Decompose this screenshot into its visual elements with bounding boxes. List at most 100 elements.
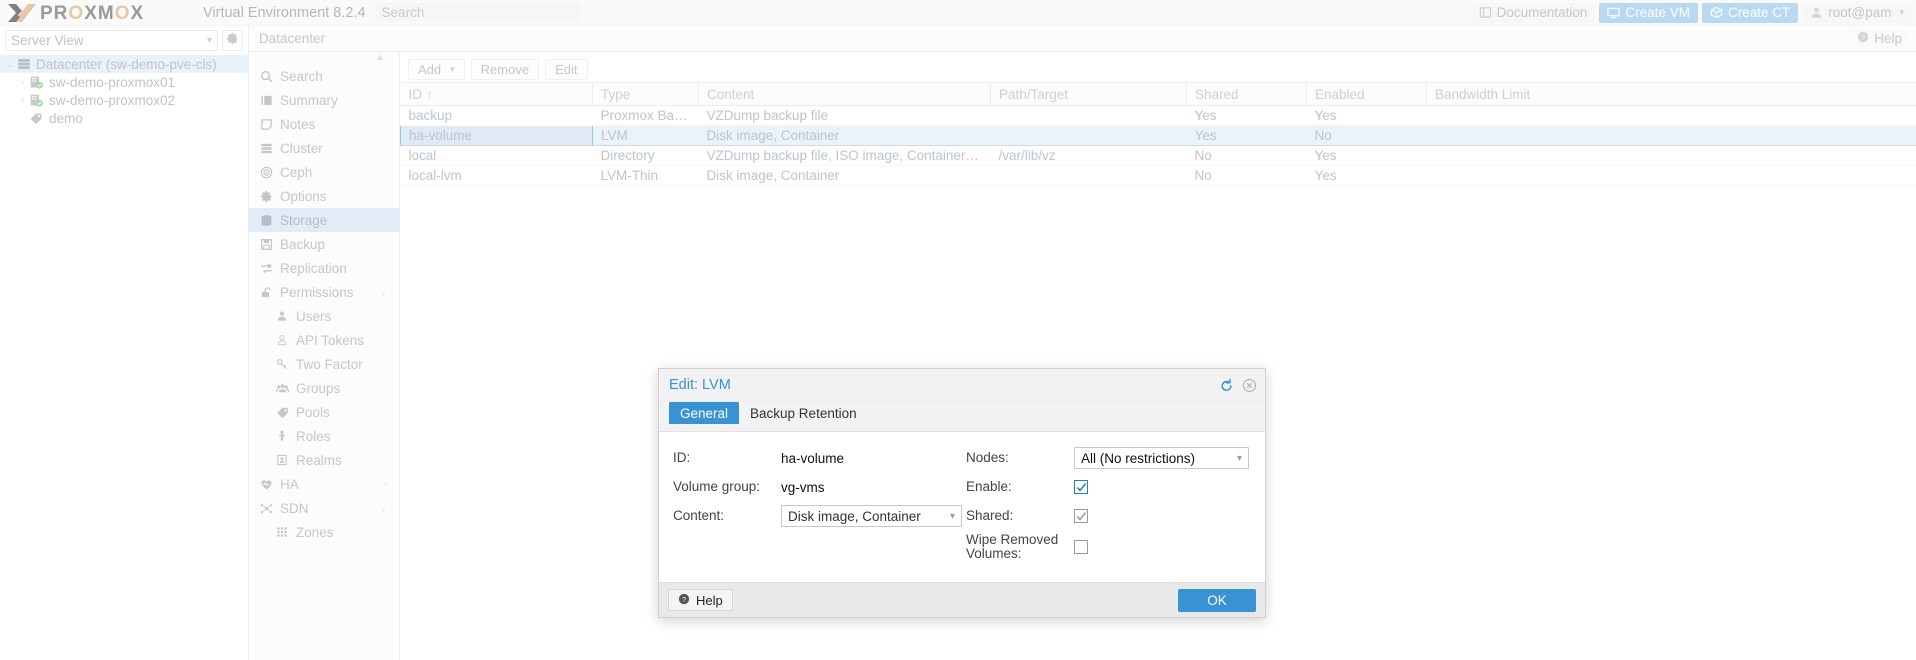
cell-enabled: Yes	[1307, 166, 1427, 186]
documentation-button[interactable]: Documentation	[1471, 3, 1596, 23]
field-volume-group: Volume group: vg-vms	[673, 475, 962, 499]
dialog-left-column: ID: ha-volume Volume group: vg-vms Conte…	[659, 446, 962, 566]
user-icon	[1810, 6, 1823, 19]
nav-item-replication[interactable]: Replication	[249, 256, 399, 280]
table-row[interactable]: local Directory VZDump backup file, ISO …	[401, 146, 1916, 166]
cell-path	[991, 126, 1187, 146]
edit-button[interactable]: Edit	[545, 59, 587, 80]
create-vm-button[interactable]: Create VM	[1599, 3, 1698, 23]
svg-text:?: ?	[682, 594, 686, 603]
nav-item-two-factor[interactable]: Two Factor	[249, 352, 399, 376]
chevron-down-icon[interactable]: ⌄	[380, 504, 399, 513]
chevron-right-icon[interactable]: ›	[384, 480, 399, 489]
tree-item-demo[interactable]: demo	[0, 109, 248, 127]
nav-item-label: Ceph	[280, 165, 312, 180]
shared-checkbox[interactable]	[1074, 509, 1088, 523]
dialog-ok-button[interactable]: OK	[1178, 589, 1256, 612]
summary-icon	[260, 94, 280, 107]
tab-backup-retention[interactable]: Backup Retention	[739, 402, 868, 424]
chevron-down-icon[interactable]: ⌄	[380, 288, 399, 297]
nav-item-realms[interactable]: Realms	[249, 448, 399, 472]
nodes-select[interactable]: All (No restrictions) ▾	[1074, 447, 1249, 469]
cell-content: VZDump backup file, ISO image, Container…	[699, 146, 991, 166]
tab-general[interactable]: General	[669, 402, 739, 424]
nav-item-roles[interactable]: Roles	[249, 424, 399, 448]
field-content: Content: Disk image, Container ▾	[673, 504, 962, 528]
nav-item-pools[interactable]: Pools	[249, 400, 399, 424]
user-menu-button[interactable]: root@pam ▾	[1802, 3, 1912, 23]
add-button[interactable]: Add ▾	[408, 59, 465, 80]
column-header-enabled[interactable]: Enabled	[1307, 83, 1427, 106]
tab-label: Backup Retention	[750, 406, 857, 421]
cell-shared: No	[1187, 146, 1307, 166]
tree-expander-icon[interactable]: ›	[16, 77, 29, 87]
column-header-bandwidth-limit[interactable]: Bandwidth Limit	[1427, 83, 1916, 106]
enable-checkbox[interactable]	[1074, 480, 1088, 494]
nav-item-label: Users	[296, 309, 331, 324]
dialog-header-tools	[1219, 378, 1257, 393]
monitor-icon	[1607, 6, 1620, 19]
replication-icon	[260, 262, 280, 275]
groups-icon	[276, 382, 296, 395]
nodes-select-value: All (No restrictions)	[1081, 451, 1195, 466]
close-icon[interactable]	[1242, 378, 1257, 393]
tree-item-sw-demo-proxmox02[interactable]: › sw-demo-proxmox02	[0, 91, 248, 109]
nav-item-search[interactable]: Search	[249, 64, 399, 88]
nav-collapse-icon[interactable]: ▲	[249, 52, 399, 64]
nav-item-permissions[interactable]: Permissions ⌄	[249, 280, 399, 304]
tree-item-datacenter[interactable]: ⌄ Datacenter (sw-demo-pve-cls)	[0, 55, 248, 73]
tree-expander-icon[interactable]: ›	[16, 95, 29, 105]
field-label: Nodes:	[966, 451, 1074, 465]
nav-item-zones[interactable]: Zones	[249, 520, 399, 544]
backup-icon	[260, 238, 280, 251]
column-header-id[interactable]: ID↑	[401, 83, 593, 106]
search-input[interactable]	[376, 3, 581, 22]
nav-item-summary[interactable]: Summary	[249, 88, 399, 112]
edit-lvm-dialog: Edit: LVM General Backup Retention	[658, 368, 1266, 618]
column-header-type[interactable]: Type	[593, 83, 699, 106]
table-row[interactable]: ha-volume LVM Disk image, Container Yes …	[401, 126, 1916, 146]
nav-item-label: Zones	[296, 525, 334, 540]
dialog-title: Edit: LVM	[669, 377, 731, 393]
field-label: Wipe Removed Volumes:	[966, 533, 1074, 561]
tree-item-sw-demo-proxmox01[interactable]: › sw-demo-proxmox01	[0, 73, 248, 91]
nav-item-ha[interactable]: HA ›	[249, 472, 399, 496]
nav-item-label: Groups	[296, 381, 340, 396]
field-label: Enable:	[966, 480, 1074, 494]
wipe-removed-volumes-checkbox[interactable]	[1074, 540, 1088, 554]
nav-item-sdn[interactable]: SDN ⌄	[249, 496, 399, 520]
dialog-help-button[interactable]: ? Help	[668, 589, 733, 611]
content-select[interactable]: Disk image, Container ▾	[781, 505, 962, 527]
view-selector[interactable]: Server View ▾	[5, 30, 218, 51]
datacenter-nav: ▲ Search Summary Notes Cluster Ceph Opti…	[249, 52, 400, 660]
column-header-content[interactable]: Content	[699, 83, 991, 106]
cell-enabled: Yes	[1307, 106, 1427, 126]
cell-shared: Yes	[1187, 126, 1307, 146]
nav-item-ceph[interactable]: Ceph	[249, 160, 399, 184]
remove-button[interactable]: Remove	[471, 59, 539, 80]
dialog-help-label: Help	[696, 593, 723, 608]
table-row[interactable]: backup Proxmox Back… VZDump backup file …	[401, 106, 1916, 126]
tree-expander-icon[interactable]: ⌄	[4, 59, 17, 70]
nav-item-storage[interactable]: Storage	[249, 208, 399, 232]
key-icon	[276, 358, 296, 370]
reset-icon[interactable]	[1219, 378, 1234, 393]
nav-item-users[interactable]: Users	[249, 304, 399, 328]
nav-item-cluster[interactable]: Cluster	[249, 136, 399, 160]
nav-item-backup[interactable]: Backup	[249, 232, 399, 256]
column-header-path-target[interactable]: Path/Target	[991, 83, 1187, 106]
nav-item-notes[interactable]: Notes	[249, 112, 399, 136]
nav-item-api-tokens[interactable]: API Tokens	[249, 328, 399, 352]
tree-settings-button[interactable]	[222, 30, 243, 51]
create-ct-button[interactable]: Create CT	[1702, 3, 1798, 23]
nav-item-options[interactable]: Options	[249, 184, 399, 208]
nav-item-label: HA	[280, 477, 299, 492]
column-header-shared[interactable]: Shared	[1187, 83, 1307, 106]
help-button[interactable]: ? Help	[1849, 29, 1910, 48]
table-row[interactable]: local-lvm LVM-Thin Disk image, Container…	[401, 166, 1916, 186]
nav-item-groups[interactable]: Groups	[249, 376, 399, 400]
cell-id: backup	[401, 106, 593, 126]
container-box-icon	[1710, 6, 1723, 19]
view-selector-label: Server View	[11, 33, 84, 48]
cell-type: LVM	[593, 126, 699, 146]
